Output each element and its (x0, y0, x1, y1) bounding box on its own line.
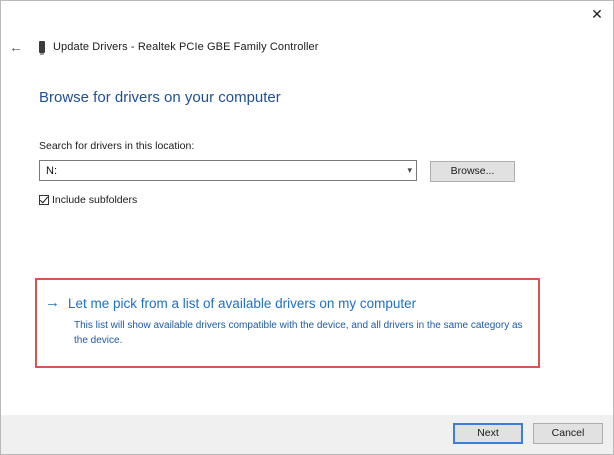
dialog-footer: Next Cancel (1, 415, 613, 454)
include-subfolders-label: Include subfolders (52, 194, 138, 206)
close-icon: ✕ (591, 6, 603, 22)
driver-path-input[interactable] (40, 161, 400, 180)
next-button[interactable]: Next (453, 423, 523, 444)
chevron-down-icon[interactable]: ▾ (407, 163, 412, 178)
include-subfolders-checkbox[interactable]: Include subfolders (39, 193, 137, 207)
network-adapter-icon (39, 41, 45, 55)
pick-from-list-description: This list will show available drivers co… (74, 320, 523, 346)
back-arrow-icon[interactable]: ← (9, 39, 25, 55)
pick-from-list-title[interactable]: Let me pick from a list of available dri… (68, 296, 416, 311)
close-button[interactable]: ✕ (587, 5, 607, 23)
title-bar: ← Update Drivers - Realtek PCIe GBE Fami… (9, 37, 319, 57)
window-title: Update Drivers - Realtek PCIe GBE Family… (53, 41, 319, 53)
cancel-button[interactable]: Cancel (533, 423, 603, 444)
search-location-label: Search for drivers in this location: (39, 140, 195, 152)
pick-from-list-link[interactable]: → Let me pick from a list of available d… (45, 294, 416, 312)
page-heading: Browse for drivers on your computer (39, 89, 281, 106)
update-drivers-window: ✕ ← Update Drivers - Realtek PCIe GBE Fa… (0, 0, 614, 455)
browse-button[interactable]: Browse... (430, 161, 515, 182)
driver-path-combobox[interactable]: ▾ (39, 160, 417, 181)
checkbox-checked-icon[interactable] (39, 195, 49, 205)
arrow-right-icon: → (45, 294, 60, 311)
